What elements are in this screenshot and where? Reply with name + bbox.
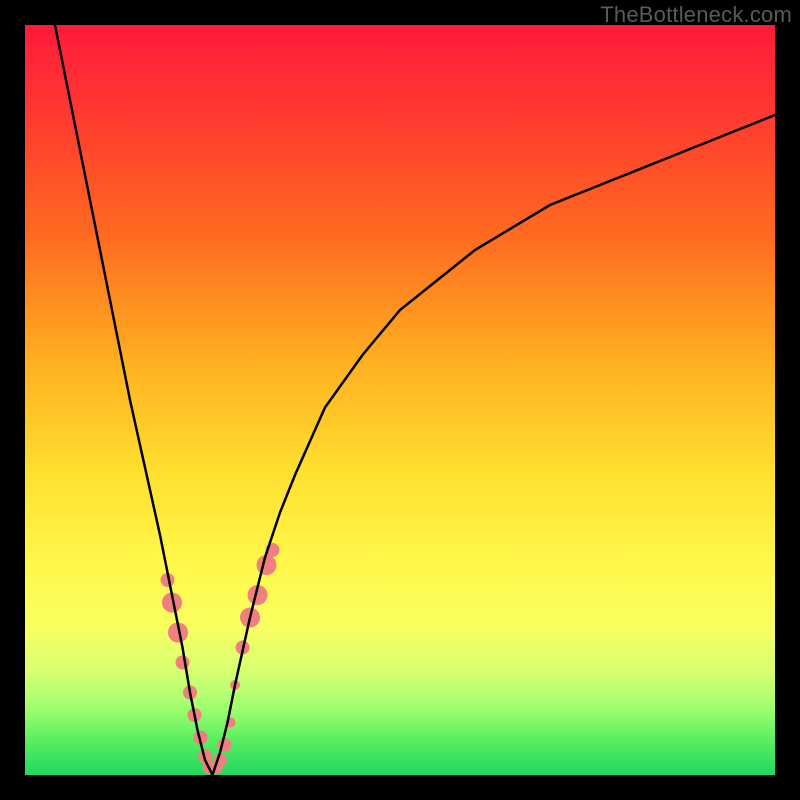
- chart-container: TheBottleneck.com: [0, 0, 800, 800]
- highlight-bead: [257, 555, 277, 575]
- highlight-bead: [176, 656, 190, 670]
- plot-area: [25, 25, 775, 775]
- watermark-text: TheBottleneck.com: [600, 2, 792, 28]
- bottleneck-curve: [55, 25, 775, 775]
- chart-svg: [25, 25, 775, 775]
- bead-layer: [161, 543, 280, 775]
